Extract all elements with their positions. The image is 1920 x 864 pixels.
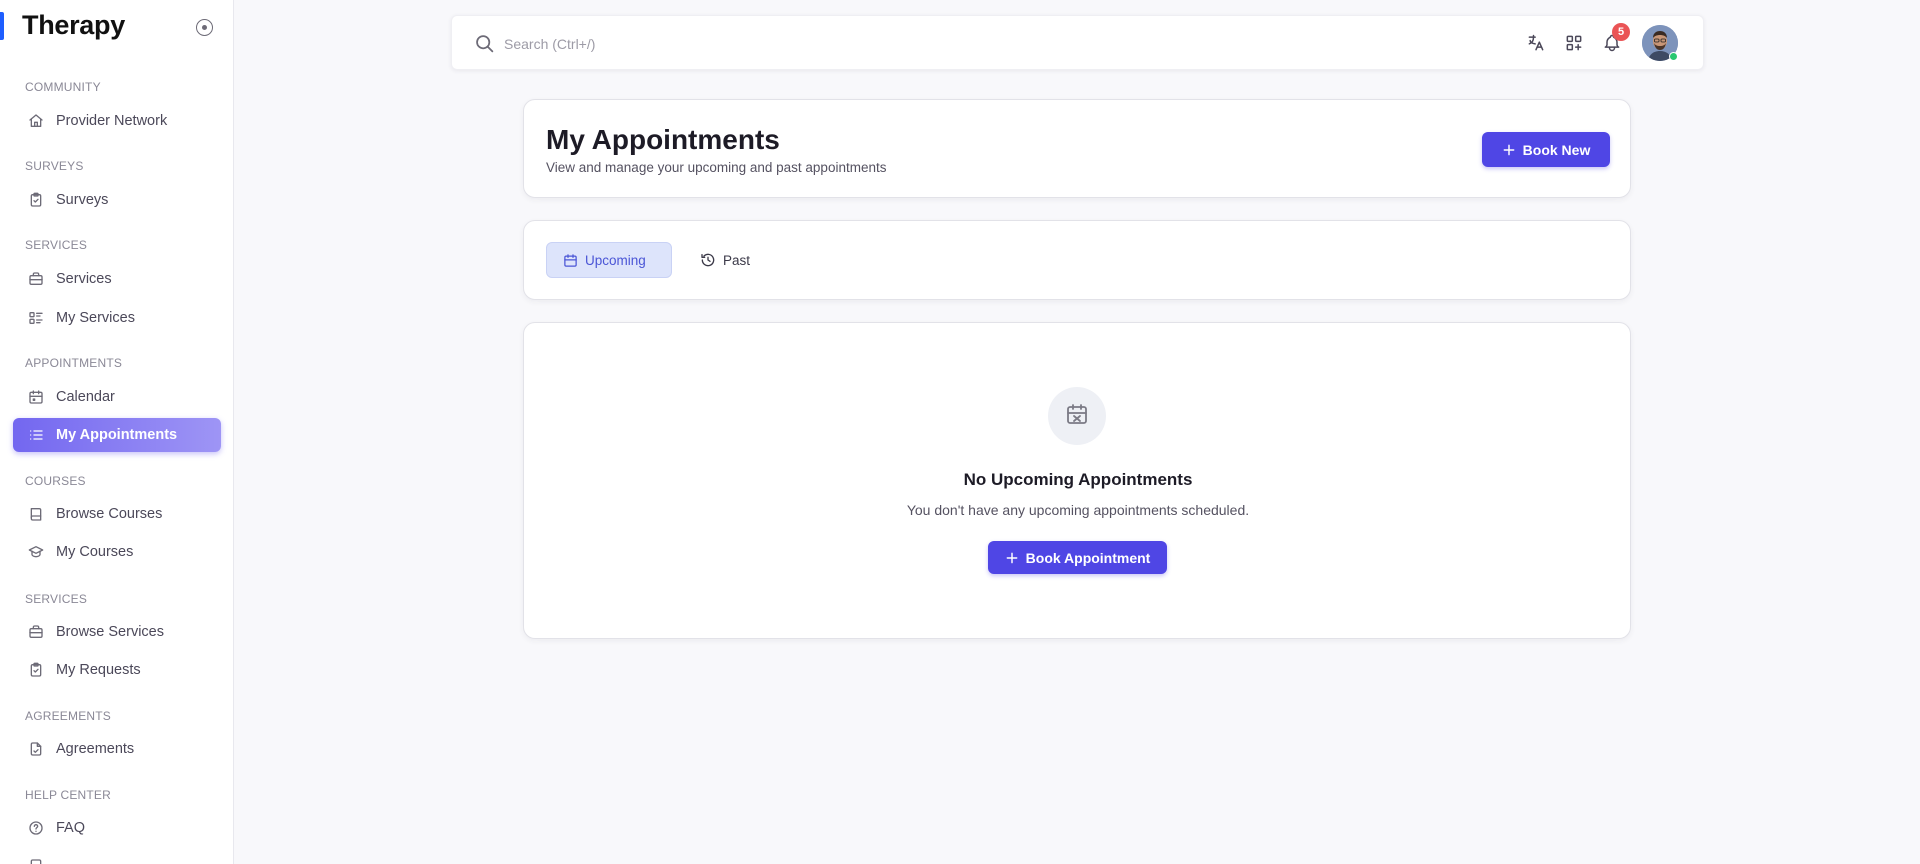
page-title: My Appointments (546, 124, 780, 155)
tab-label: Past (723, 252, 751, 268)
apps-add-icon[interactable] (1562, 31, 1586, 55)
list-icon (28, 427, 44, 443)
tab-past[interactable]: Past (684, 242, 766, 278)
translate-icon[interactable] (1524, 31, 1548, 55)
clipboard-check-icon (28, 662, 44, 678)
page-header-card: My Appointments View and manage your upc… (523, 99, 1631, 198)
sidebar-item-my-services[interactable]: My Services (13, 301, 221, 335)
sidebar-item-label: Calendar (56, 389, 115, 405)
plus-icon (1502, 143, 1516, 157)
sidebar-item-label: Provider Network (56, 113, 168, 129)
tab-upcoming[interactable]: Upcoming (546, 242, 672, 278)
sidebar-item-label: My Services (56, 310, 135, 326)
sidebar-item-label: FAQ (56, 820, 86, 836)
book-new-label: Book New (1522, 141, 1591, 158)
sidebar-item-label: Browse Services (56, 624, 164, 640)
sidebar-item-calendar[interactable]: Calendar (13, 380, 221, 414)
graduation-cap-icon (28, 544, 44, 560)
sidebar-item-label: Surveys (56, 192, 109, 208)
book-appointment-label: Book Appointment (1025, 549, 1151, 566)
sidebar-item-provider-network[interactable]: Provider Network (13, 104, 221, 138)
calendar-icon (563, 253, 578, 268)
file-check-icon (28, 741, 44, 757)
help-circle-icon (28, 820, 44, 836)
empty-state-title: No Upcoming Appointments (963, 470, 1193, 489)
page-subtitle: View and manage your upcoming and past a… (546, 160, 887, 175)
sidebar-item-label: My Appointments (56, 427, 178, 443)
sidebar-item-my-requests[interactable]: My Requests (13, 653, 221, 687)
tabs-card: Upcoming Past (523, 220, 1631, 300)
tab-label: Upcoming (585, 252, 646, 268)
sidebar-item-label: My Courses (56, 544, 134, 560)
section-title-courses: COURSES (25, 474, 86, 488)
section-title-services-2: SERVICES (25, 592, 88, 606)
sidebar-item-faq[interactable]: FAQ (13, 811, 221, 845)
appointments-content-card: No Upcoming Appointments You don't have … (523, 322, 1631, 639)
search-icon[interactable] (474, 33, 495, 59)
book-appointment-button[interactable]: Book Appointment (988, 541, 1167, 574)
empty-state-text: You don't have any upcoming appointments… (906, 502, 1250, 518)
section-title-agreements: AGREEMENTS (25, 709, 112, 723)
calendar-icon (28, 389, 44, 405)
list-details-icon (28, 310, 44, 326)
search-input[interactable] (504, 31, 1104, 57)
book-new-button[interactable]: Book New (1482, 132, 1610, 167)
app-title: Therapy (22, 10, 125, 40)
section-title-help-center: HELP CENTER (25, 788, 112, 802)
sidebar-item-label: Agreements (56, 741, 135, 757)
section-title-surveys: SURVEYS (25, 159, 84, 173)
sidebar-item-services[interactable]: Services (13, 262, 221, 296)
briefcase-icon (28, 624, 44, 640)
sidebar-item-browse-courses[interactable]: Browse Courses (13, 497, 221, 531)
online-status-dot (1669, 52, 1678, 61)
sidebar-item-my-courses[interactable]: My Courses (13, 535, 221, 569)
calendar-off-icon (1065, 402, 1089, 431)
topbar: 5 (451, 15, 1704, 70)
section-title-community: COMMUNITY (25, 80, 101, 94)
sidebar-item-label: Browse Courses (56, 506, 163, 522)
history-icon (700, 252, 716, 268)
book-icon (28, 506, 44, 522)
sidebar-item-label: My Requests (56, 662, 141, 678)
empty-state-icon-wrap (1048, 387, 1106, 445)
home-icon (28, 113, 44, 129)
sidebar-item-surveys[interactable]: Surveys (13, 183, 221, 217)
sidebar-item-label: Services (56, 271, 112, 287)
document-icon (28, 858, 44, 864)
notification-badge: 5 (1612, 23, 1630, 41)
briefcase-icon (28, 271, 44, 287)
sidebar-item-agreements[interactable]: Agreements (13, 732, 221, 766)
sidebar-item-my-appointments[interactable]: My Appointments (13, 418, 221, 452)
sidebar-item-partial[interactable] (13, 849, 221, 864)
sidebar: Therapy COMMUNITY Provider Network SURVE… (0, 0, 234, 864)
section-title-appointments: APPOINTMENTS (25, 356, 123, 370)
sidebar-item-browse-services[interactable]: Browse Services (13, 615, 221, 649)
section-title-services: SERVICES (25, 238, 88, 252)
sidebar-collapse-icon[interactable] (196, 19, 213, 36)
plus-icon (1005, 551, 1019, 565)
clipboard-check-icon (28, 192, 44, 208)
brand-accent-bar (0, 12, 4, 40)
